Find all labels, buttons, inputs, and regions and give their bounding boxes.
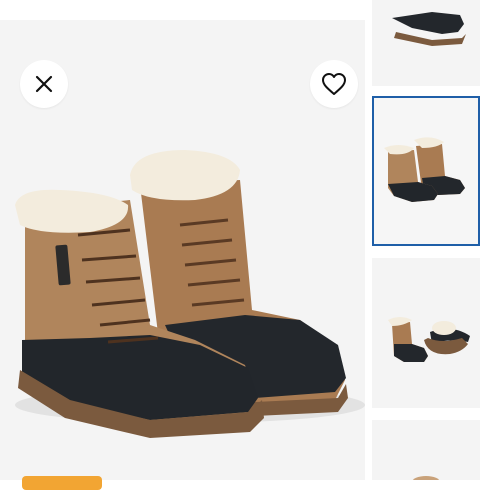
close-button[interactable] xyxy=(20,60,68,108)
boots-thumbnail xyxy=(384,137,465,202)
boots-thumbnail xyxy=(412,476,440,480)
thumbnail-2[interactable] xyxy=(372,96,480,246)
favorite-button[interactable] xyxy=(310,60,358,108)
promo-badge xyxy=(22,476,102,490)
thumbnail-3[interactable] xyxy=(372,258,480,408)
close-icon xyxy=(35,75,53,93)
product-main-image[interactable] xyxy=(0,20,365,480)
boots-thumbnail xyxy=(392,12,466,46)
thumbnail-4[interactable] xyxy=(372,420,480,480)
thumbnail-1[interactable] xyxy=(372,0,480,86)
thumbnail-strip xyxy=(372,0,480,480)
boots-thumbnail xyxy=(388,317,470,362)
heart-outline-icon xyxy=(322,73,346,95)
